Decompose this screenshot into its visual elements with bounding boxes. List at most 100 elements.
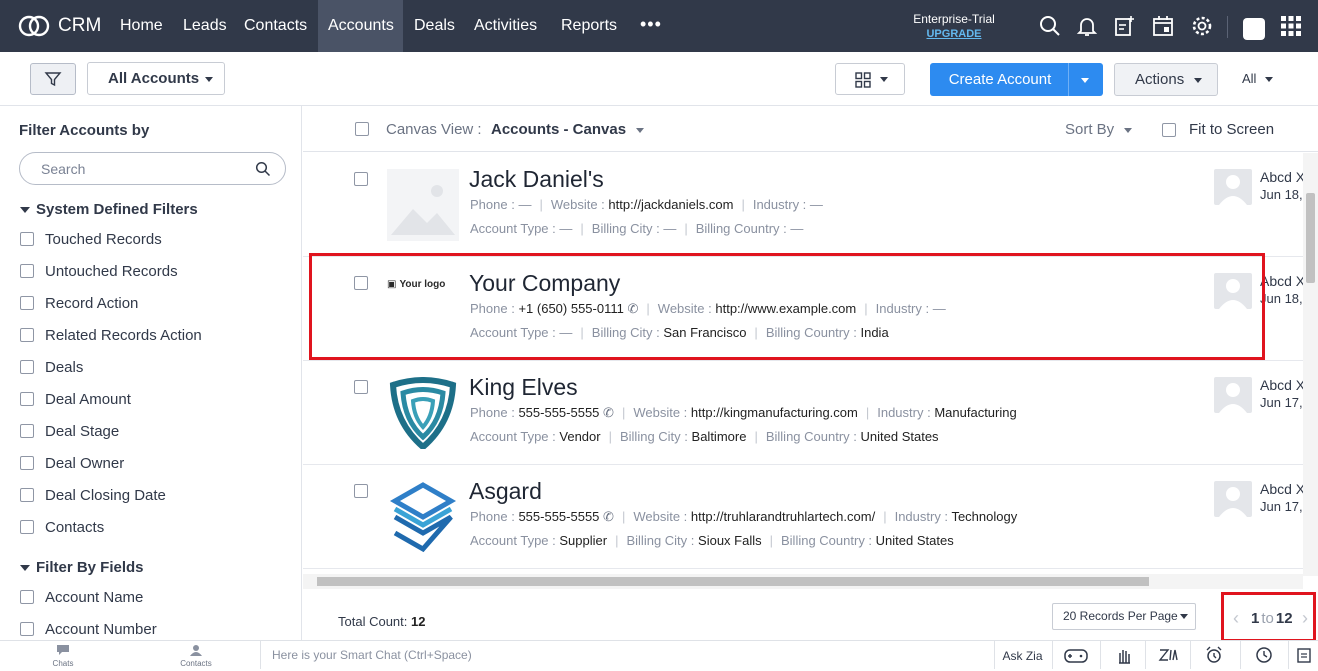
sort-by-dropdown[interactable]: Sort By (1065, 121, 1133, 138)
contacts-button[interactable]: Contacts (171, 644, 221, 668)
chat-bubble-icon (57, 645, 69, 655)
filter-checkbox[interactable] (20, 232, 34, 246)
canvas-header: Canvas View : Accounts - Canvas Sort By … (303, 106, 1318, 152)
filter-item[interactable]: Deal Stage (20, 421, 119, 441)
apps-grid-icon[interactable] (1279, 14, 1303, 38)
vertical-scrollbar[interactable] (1303, 153, 1318, 576)
phone-icon[interactable]: ✆ (603, 509, 614, 524)
crm-logo[interactable]: CRM (18, 12, 101, 40)
view-mode-button[interactable] (835, 63, 905, 95)
record-checkbox[interactable] (354, 380, 368, 394)
filter-item[interactable]: Deal Amount (20, 389, 131, 409)
next-page-icon[interactable]: › (1302, 608, 1308, 629)
field-filters-group[interactable]: Filter By Fields (20, 559, 144, 576)
filter-item[interactable]: Deal Closing Date (20, 485, 166, 505)
filter-checkbox[interactable] (20, 296, 34, 310)
nav-contacts[interactable]: Contacts (234, 0, 317, 52)
system-filters-group[interactable]: System Defined Filters (20, 201, 198, 218)
phone-value[interactable]: 555-555-5555 (518, 509, 599, 524)
notes-button[interactable] (1288, 641, 1318, 669)
alarm-button[interactable] (1190, 641, 1235, 669)
website-label: Website : (633, 405, 688, 420)
phone-icon[interactable]: ✆ (603, 405, 614, 420)
view-selector[interactable]: All Accounts (87, 62, 225, 95)
canvas-view-value: Accounts - Canvas (491, 121, 627, 138)
sidebar-search-input[interactable]: Search (19, 152, 286, 185)
prev-page-icon[interactable]: ‹ (1233, 608, 1239, 629)
select-all-checkbox[interactable] (355, 122, 369, 136)
vertical-scroll-thumb[interactable] (1306, 193, 1315, 283)
fit-to-screen-checkbox[interactable] (1162, 122, 1176, 137)
record-card[interactable]: Jack Daniel's Phone : — | Website : http:/… (303, 153, 1303, 257)
filter-item[interactable]: Contacts (20, 517, 104, 537)
record-name[interactable]: Jack Daniel's (469, 166, 604, 193)
all-dropdown[interactable]: All (1242, 71, 1274, 86)
filter-checkbox[interactable] (20, 488, 34, 502)
nav-deals[interactable]: Deals (404, 0, 465, 52)
horizontal-scroll-thumb[interactable] (317, 577, 1149, 586)
filter-item[interactable]: Untouched Records (20, 261, 178, 281)
ask-zia-button[interactable]: Ask Zia (994, 641, 1050, 669)
nav-more-button[interactable]: ••• (640, 0, 662, 52)
horizontal-scrollbar[interactable] (303, 574, 1303, 589)
filter-checkbox[interactable] (20, 590, 34, 604)
account-type-label: Account Type : (470, 221, 556, 236)
record-name[interactable]: King Elves (469, 374, 578, 401)
create-options-chevron-icon[interactable] (1081, 78, 1089, 83)
website-value[interactable]: http://jackdaniels.com (608, 197, 733, 212)
website-value[interactable]: http://kingmanufacturing.com (691, 405, 858, 420)
filter-item[interactable]: Deals (20, 357, 83, 377)
nav-leads[interactable]: Leads (173, 0, 237, 52)
bell-icon[interactable] (1075, 14, 1099, 38)
page-to: 12 (1275, 610, 1293, 627)
filter-item[interactable]: Record Action (20, 293, 138, 313)
filter-checkbox[interactable] (20, 360, 34, 374)
user-avatar[interactable] (1243, 18, 1265, 40)
zia-button[interactable] (1145, 641, 1190, 669)
add-record-icon[interactable] (1112, 14, 1136, 38)
search-icon[interactable] (1038, 14, 1062, 38)
record-checkbox[interactable] (354, 172, 368, 186)
gamepad-button[interactable] (1052, 641, 1097, 669)
filter-checkbox[interactable] (20, 520, 34, 534)
canvas-view-selector[interactable]: Accounts - Canvas (491, 121, 645, 138)
placeholder-image-icon (387, 169, 459, 241)
filter-item[interactable]: Related Records Action (20, 325, 202, 345)
upgrade-link[interactable]: UPGRADE (906, 27, 1002, 42)
calendar-icon[interactable] (1151, 14, 1175, 38)
filter-checkbox[interactable] (20, 424, 34, 438)
nav-accounts[interactable]: Accounts (318, 0, 403, 52)
record-checkbox[interactable] (354, 484, 368, 498)
nav-reports[interactable]: Reports (551, 0, 627, 52)
filter-item[interactable]: Touched Records (20, 229, 162, 249)
signals-button[interactable] (1100, 641, 1145, 669)
record-card[interactable]: Asgard Phone : 555-555-5555 ✆ | Website : … (303, 465, 1303, 569)
gear-icon[interactable] (1190, 14, 1214, 38)
website-value[interactable]: http://truhlarandtruhlartech.com/ (691, 509, 875, 524)
record-details-line-2: Account Type : — | Billing City : — | Billin… (470, 221, 804, 236)
fit-to-screen-toggle[interactable]: Fit to Screen (1162, 121, 1274, 138)
history-button[interactable] (1240, 641, 1285, 669)
nav-activities[interactable]: Activities (464, 0, 547, 52)
phone-value[interactable]: 555-555-5555 (518, 405, 599, 420)
nav-home[interactable]: Home (110, 0, 173, 52)
filter-checkbox[interactable] (20, 328, 34, 342)
gamepad-icon (1064, 649, 1088, 663)
field-filter-item[interactable]: Account Name (20, 587, 143, 607)
record-name[interactable]: Asgard (469, 478, 542, 505)
smart-chat-input[interactable]: Here is your Smart Chat (Ctrl+Space) (260, 641, 994, 669)
hand-icon (1119, 650, 1130, 664)
filter-checkbox[interactable] (20, 622, 34, 636)
filter-checkbox[interactable] (20, 456, 34, 470)
filter-checkbox[interactable] (20, 264, 34, 278)
chats-button[interactable]: Chats (38, 644, 88, 668)
filter-item[interactable]: Deal Owner (20, 453, 124, 473)
filter-toggle-button[interactable] (30, 63, 76, 95)
filter-checkbox[interactable] (20, 392, 34, 406)
field-filter-item[interactable]: Account Number (20, 619, 157, 639)
system-filters-label: System Defined Filters (36, 201, 198, 218)
actions-button[interactable]: Actions (1114, 63, 1218, 96)
create-account-button[interactable]: Create Account (930, 63, 1103, 96)
records-per-page-select[interactable]: 20 Records Per Page (1052, 603, 1196, 630)
record-card[interactable]: King Elves Phone : 555-555-5555 ✆ | Websit… (303, 361, 1303, 465)
